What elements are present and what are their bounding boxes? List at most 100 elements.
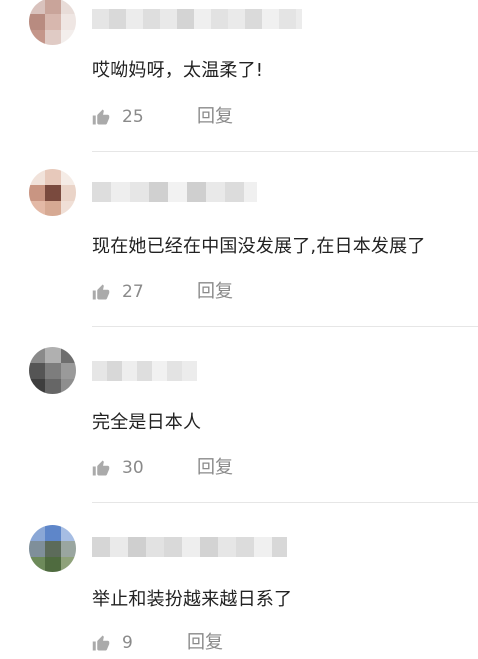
avatar-pixel	[29, 557, 45, 572]
username-mosaic-block	[236, 537, 254, 557]
username-mosaic-block	[182, 361, 197, 381]
avatar-pixel	[29, 541, 45, 557]
username-mosaic-block	[168, 182, 187, 202]
reply-button[interactable]: 回复	[197, 105, 233, 129]
avatar-pixel	[29, 525, 45, 541]
thumb-up-icon	[92, 460, 110, 476]
username-mosaic-block	[164, 537, 182, 557]
username-mosaic-block	[143, 9, 160, 29]
avatar-pixel	[45, 169, 61, 185]
username-mosaic-block	[272, 537, 287, 557]
username[interactable]	[92, 361, 197, 381]
username[interactable]	[92, 537, 287, 557]
username-mosaic-block	[262, 9, 279, 29]
avatar-pixel	[45, 201, 61, 216]
comment-actions: 27 回复	[92, 280, 392, 304]
avatar[interactable]	[29, 169, 76, 216]
avatar-pixel	[61, 379, 76, 394]
avatar-pixel	[29, 347, 45, 363]
username-mosaic-block	[122, 361, 137, 381]
avatar-pixel	[29, 30, 45, 45]
username-mosaic-block	[279, 9, 296, 29]
avatar-pixel	[61, 347, 76, 363]
username-mosaic-block	[254, 537, 272, 557]
username[interactable]	[92, 9, 302, 29]
comment-actions: 25 回复	[92, 105, 392, 129]
avatar[interactable]	[29, 0, 76, 45]
username-mosaic-block	[111, 182, 130, 202]
thumb-up-icon	[92, 635, 110, 651]
comment-actions: 9 回复	[92, 631, 392, 655]
avatar-pixel	[61, 525, 76, 541]
username-mosaic-block	[92, 182, 111, 202]
avatar[interactable]	[29, 347, 76, 394]
comment-text: 完全是日本人	[92, 412, 202, 433]
username-mosaic-block	[187, 182, 206, 202]
like-count: 9	[122, 633, 133, 653]
avatar[interactable]	[29, 525, 76, 572]
comment-actions: 30 回复	[92, 456, 392, 480]
username-mosaic-block	[228, 9, 245, 29]
like-button[interactable]: 9	[92, 631, 133, 655]
avatar-pixel	[61, 363, 76, 379]
username-mosaic-block	[211, 9, 228, 29]
avatar-pixel	[61, 557, 76, 572]
username-mosaic-block	[146, 537, 164, 557]
username-mosaic-block	[92, 361, 107, 381]
username-mosaic-block	[110, 537, 128, 557]
username-mosaic-block	[92, 537, 110, 557]
reply-button[interactable]: 回复	[197, 456, 233, 480]
reply-button[interactable]: 回复	[187, 631, 223, 655]
avatar-pixel	[61, 541, 76, 557]
avatar-pixel	[29, 185, 45, 201]
like-count: 27	[122, 282, 144, 302]
comment-text: 举止和装扮越来越日系了	[92, 589, 293, 610]
username-mosaic-block	[225, 182, 244, 202]
username[interactable]	[92, 182, 257, 202]
like-count: 25	[122, 107, 144, 127]
avatar-pixel	[29, 14, 45, 30]
avatar-pixel	[45, 347, 61, 363]
like-button[interactable]: 25	[92, 105, 144, 129]
avatar-pixel	[45, 14, 61, 30]
username-mosaic-block	[206, 182, 225, 202]
username-mosaic-block	[296, 9, 302, 29]
like-button[interactable]: 30	[92, 456, 144, 480]
avatar-pixel	[45, 185, 61, 201]
username-mosaic-block	[200, 537, 218, 557]
thumb-up-icon	[92, 109, 110, 125]
username-mosaic-block	[149, 182, 168, 202]
thumb-up-icon	[92, 284, 110, 300]
divider	[92, 151, 478, 152]
divider	[92, 502, 478, 503]
username-mosaic-block	[160, 9, 177, 29]
avatar-pixel	[61, 169, 76, 185]
reply-button[interactable]: 回复	[197, 280, 233, 304]
avatar-pixel	[45, 379, 61, 394]
comment-text: 哎呦妈呀，太温柔了!	[92, 60, 264, 81]
avatar-pixel	[29, 169, 45, 185]
avatar-pixel	[45, 0, 61, 14]
username-mosaic-block	[194, 9, 211, 29]
avatar-pixel	[61, 201, 76, 216]
like-count: 30	[122, 458, 144, 478]
avatar-pixel	[45, 525, 61, 541]
username-mosaic-block	[128, 537, 146, 557]
divider	[92, 326, 478, 327]
username-mosaic-block	[137, 361, 152, 381]
username-mosaic-block	[130, 182, 149, 202]
username-mosaic-block	[218, 537, 236, 557]
avatar-pixel	[45, 557, 61, 572]
avatar-pixel	[29, 363, 45, 379]
avatar-pixel	[61, 185, 76, 201]
username-mosaic-block	[182, 537, 200, 557]
username-mosaic-block	[109, 9, 126, 29]
avatar-pixel	[45, 30, 61, 45]
avatar-pixel	[29, 379, 45, 394]
avatar-pixel	[61, 0, 76, 14]
username-mosaic-block	[244, 182, 257, 202]
like-button[interactable]: 27	[92, 280, 144, 304]
comment-text: 现在她已经在中国没发展了,在日本发展了	[92, 236, 426, 257]
username-mosaic-block	[126, 9, 143, 29]
avatar-pixel	[61, 30, 76, 45]
